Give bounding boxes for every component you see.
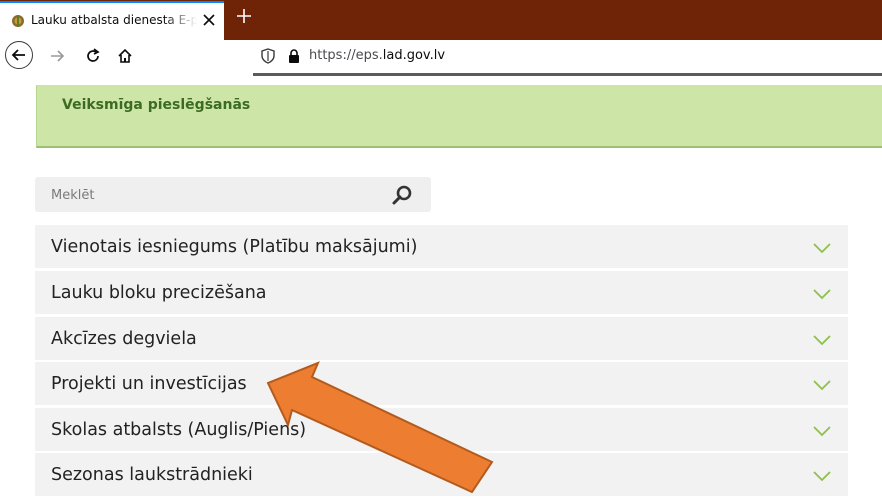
tab-bar: Lauku atbalsta dienesta E-pieteikumu sis… (0, 0, 882, 40)
close-icon[interactable] (201, 12, 217, 28)
accordion-label: Akcīzes degviela (51, 329, 197, 349)
url-domain: lad.gov.lv (382, 48, 446, 63)
accordion-item-lauku-bloku-precizesana[interactable]: Lauku bloku precizēšana (35, 271, 848, 316)
accordion-label: Lauku bloku precizēšana (51, 283, 267, 303)
accordion-label: Sezonas laukstrādnieki (51, 465, 253, 485)
chevron-down-icon[interactable] (812, 242, 832, 254)
crest-favicon-icon (12, 15, 24, 27)
accordion-item-vienotais-iesniegums[interactable]: Vienotais iesniegums (Platību maksājumi) (35, 225, 848, 270)
search-input[interactable]: Meklēt (35, 177, 431, 212)
search-icon[interactable] (391, 183, 415, 207)
home-button[interactable] (112, 43, 138, 69)
navigation-bar: https://eps.lad.gov.lv (0, 40, 882, 72)
success-alert: Veiksmīga pieslēgšanās (36, 85, 882, 148)
url-bar[interactable]: https://eps.lad.gov.lv (252, 43, 882, 69)
chevron-down-icon[interactable] (812, 334, 832, 346)
home-icon (118, 48, 132, 63)
alert-text: Veiksmīga pieslēgšanās (62, 97, 251, 113)
tab-title: Lauku atbalsta dienesta E-pieteikumu sis… (31, 13, 197, 27)
back-arrow-icon (11, 49, 25, 61)
forward-arrow-icon (51, 50, 65, 62)
accordion-label: Vienotais iesniegums (Platību maksājumi) (51, 237, 418, 257)
search-placeholder: Meklēt (51, 188, 95, 203)
loading-progress-line (253, 73, 882, 76)
back-button[interactable] (5, 41, 33, 69)
chevron-down-icon[interactable] (812, 470, 832, 482)
chevron-down-icon[interactable] (812, 379, 832, 391)
url-text[interactable]: https://eps.lad.gov.lv (309, 48, 445, 63)
lock-icon[interactable] (287, 48, 301, 64)
forward-button[interactable] (44, 43, 70, 69)
accordion-label: Skolas atbalsts (Auglis/Piens) (51, 420, 307, 440)
accordion-item-projekti-un-investicijas[interactable]: Projekti un investīcijas (35, 362, 848, 407)
reload-button[interactable] (80, 43, 106, 69)
reload-icon (87, 48, 100, 62)
accordion-item-skolas-atbalsts[interactable]: Skolas atbalsts (Auglis/Piens) (35, 408, 848, 453)
browser-tab[interactable]: Lauku atbalsta dienesta E-pieteikumu sis… (0, 1, 224, 40)
plus-icon[interactable] (236, 8, 252, 24)
chevron-down-icon[interactable] (812, 288, 832, 300)
accordion-item-sezonas-laukstradnieki[interactable]: Sezonas laukstrādnieki (35, 453, 848, 498)
shield-icon[interactable] (261, 48, 275, 64)
accordion-item-akcizes-degviela[interactable]: Akcīzes degviela (35, 317, 848, 362)
accordion-label: Projekti un investīcijas (51, 374, 247, 394)
url-prefix: https://eps. (309, 48, 383, 63)
chevron-down-icon[interactable] (812, 425, 832, 437)
